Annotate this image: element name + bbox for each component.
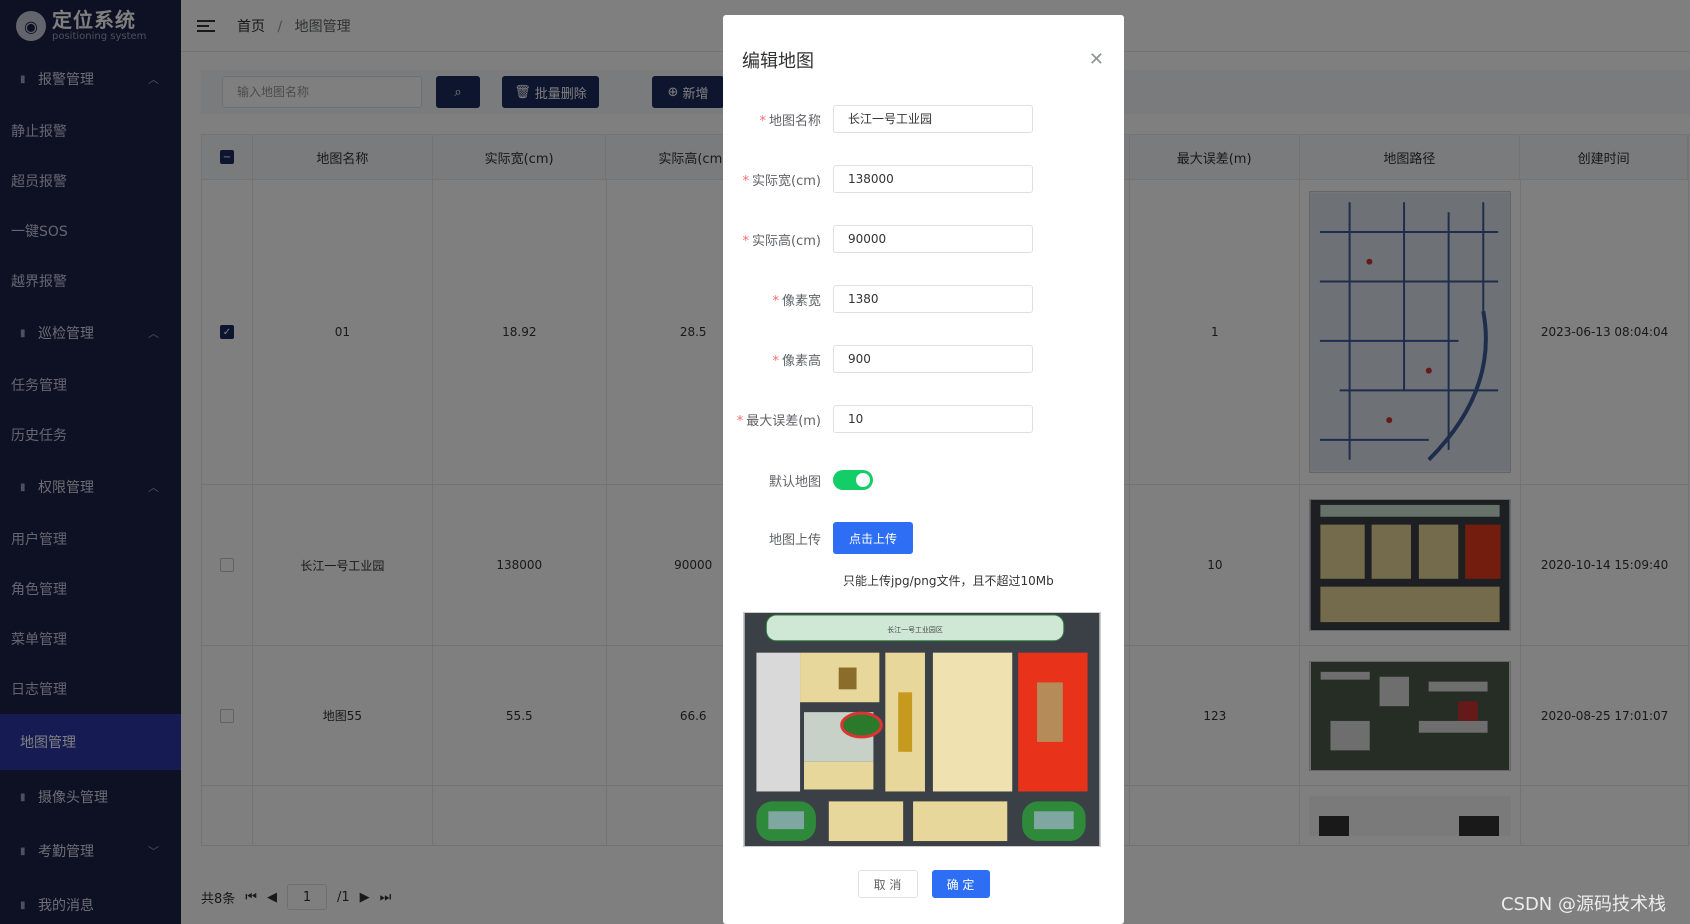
form-row-real-height: * 实际高(cm) 90000 <box>723 225 1124 253</box>
preview-title: 长江一号工业园区 <box>887 625 943 634</box>
max-error-input[interactable]: 10 <box>833 405 1033 433</box>
pixel-height-input[interactable]: 900 <box>833 345 1033 373</box>
dialog-title: 编辑地图 <box>742 51 814 72</box>
cancel-button[interactable]: 取 消 <box>857 870 918 898</box>
form-row-pixel-width: * 像素宽 1380 <box>723 285 1124 313</box>
form-row-default-map: 默认地图 <box>723 466 1124 494</box>
close-icon[interactable]: ✕ <box>1089 49 1104 70</box>
form-row-pixel-height: * 像素高 900 <box>723 345 1124 373</box>
map-preview-image: 长江一号工业园区 <box>743 612 1101 847</box>
upload-tip: 只能上传jpg/png文件，且不超过10Mb <box>843 574 1054 588</box>
dialog-footer: 取 消 确 定 <box>723 870 1124 898</box>
map-name-input[interactable]: 长江一号工业园 <box>833 105 1033 133</box>
edit-map-dialog: 编辑地图 ✕ * 地图名称 长江一号工业园 * 实际宽(cm) 138000 * 实际… <box>723 15 1124 924</box>
pixel-width-input[interactable]: 1380 <box>833 285 1033 313</box>
form-row-map-name: * 地图名称 长江一号工业园 <box>723 105 1124 133</box>
form-row-max-error: * 最大误差(m) 10 <box>723 405 1124 433</box>
watermark: CSDN @源码技术栈 <box>1500 894 1666 915</box>
form-row-real-width: * 实际宽(cm) 138000 <box>723 165 1124 193</box>
form-row-upload: 地图上传 点击上传 <box>723 522 1124 554</box>
real-width-input[interactable]: 138000 <box>833 165 1033 193</box>
real-height-input[interactable]: 90000 <box>833 225 1033 253</box>
default-map-switch[interactable] <box>833 470 873 490</box>
confirm-button[interactable]: 确 定 <box>931 870 990 898</box>
upload-button[interactable]: 点击上传 <box>833 522 913 554</box>
